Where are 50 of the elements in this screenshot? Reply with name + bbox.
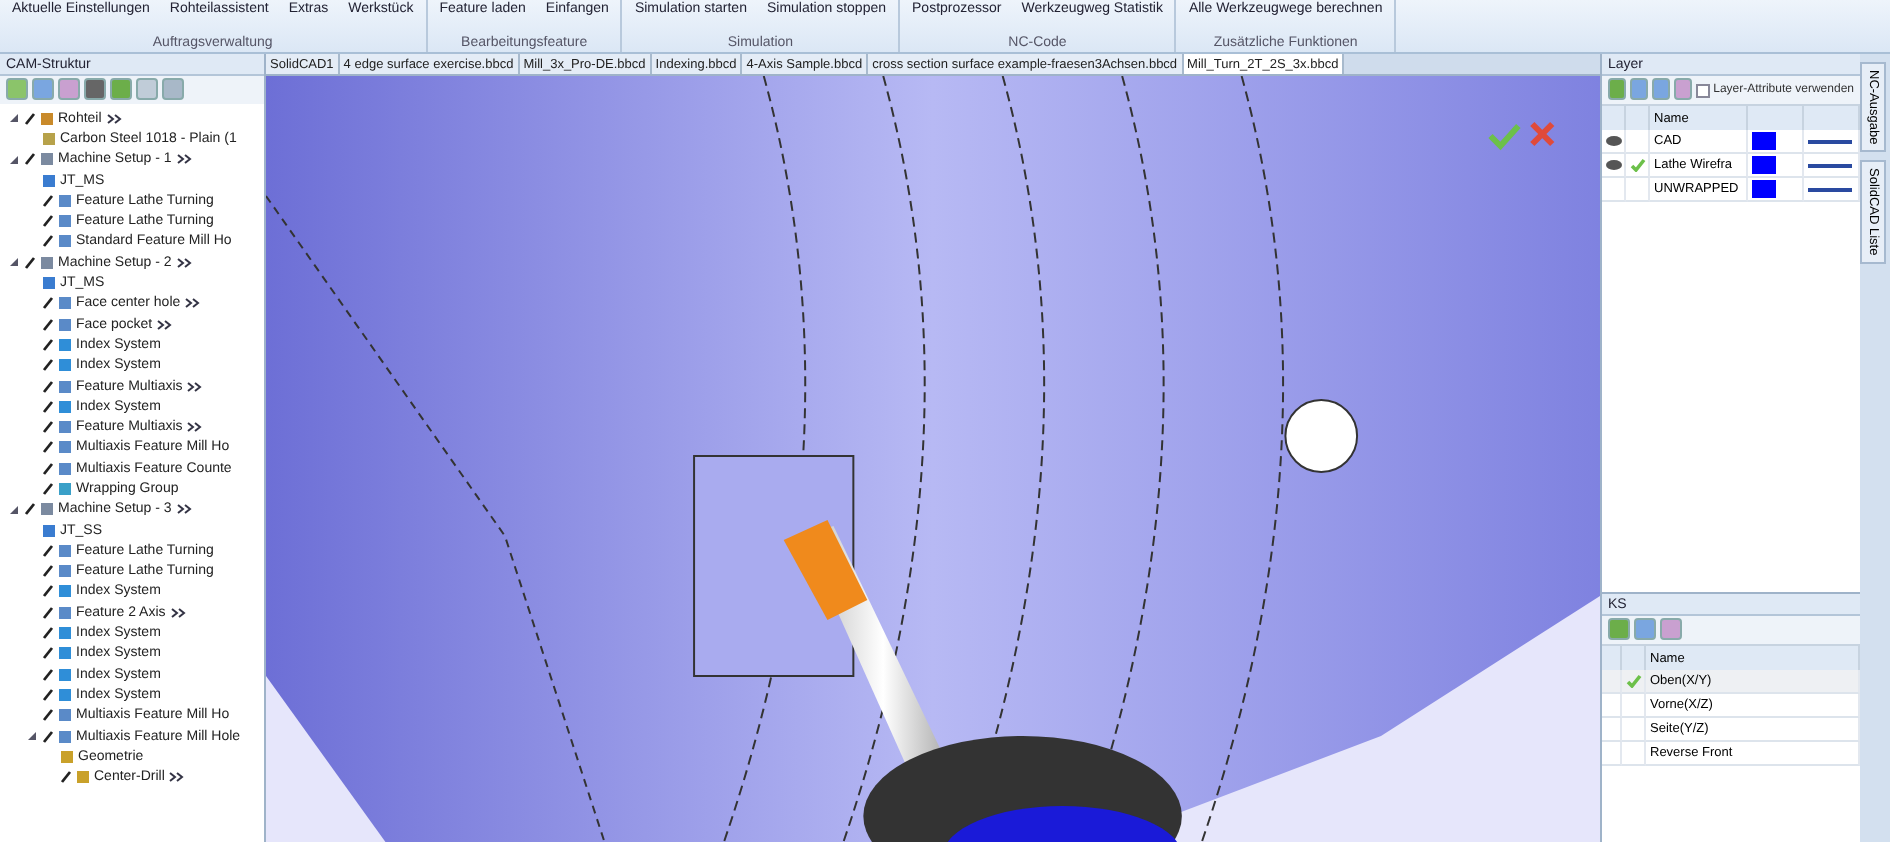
toolbar-icon[interactable] xyxy=(32,78,54,100)
row-header-cell[interactable] xyxy=(1602,670,1622,694)
toolbar-icon[interactable] xyxy=(136,78,158,100)
double-chevron-icon[interactable] xyxy=(168,772,185,783)
confirm-icon[interactable] xyxy=(1488,124,1521,151)
expander-icon[interactable] xyxy=(26,730,38,743)
color-swatch[interactable] xyxy=(1752,132,1776,150)
eye-icon[interactable] xyxy=(1606,160,1622,170)
line-style-icon[interactable] xyxy=(1808,139,1852,143)
double-chevron-icon[interactable] xyxy=(169,607,186,618)
row-header-cell[interactable] xyxy=(1602,718,1622,742)
machine-icon xyxy=(40,152,54,167)
edit-icon xyxy=(24,111,36,126)
drill-icon xyxy=(76,770,90,785)
toolbar-icon[interactable] xyxy=(1651,78,1670,100)
close-icon[interactable] xyxy=(1529,121,1556,147)
double-chevron-icon[interactable] xyxy=(186,381,203,391)
eye-icon[interactable] xyxy=(1606,136,1622,146)
double-chevron-icon[interactable] xyxy=(105,113,122,124)
double-chevron-icon[interactable] xyxy=(184,298,201,309)
toolbar-icon[interactable] xyxy=(1660,618,1682,640)
row-header-cell[interactable] xyxy=(1602,694,1622,718)
edit-icon xyxy=(60,770,72,785)
toolbar-icon[interactable] xyxy=(1608,78,1626,100)
double-chevron-icon[interactable] xyxy=(175,257,192,268)
line-style-icon[interactable] xyxy=(1808,187,1852,191)
double-chevron-icon[interactable] xyxy=(175,154,192,165)
toolbar-icon[interactable] xyxy=(162,78,184,100)
expander-icon[interactable] xyxy=(8,112,20,125)
double-chevron-icon[interactable] xyxy=(175,504,192,515)
double-chevron-icon[interactable] xyxy=(186,422,203,433)
toolbar-icon[interactable] xyxy=(1629,78,1648,100)
row-header-cell[interactable] xyxy=(1602,742,1622,766)
line-style-icon[interactable] xyxy=(1808,163,1852,167)
edit-icon xyxy=(24,152,36,167)
machine-icon xyxy=(40,502,54,517)
toolbar-icon[interactable] xyxy=(58,78,80,100)
double-chevron-icon[interactable] xyxy=(156,319,173,330)
color-swatch[interactable] xyxy=(1752,180,1776,198)
toolbar-icon[interactable] xyxy=(84,78,106,100)
toolbar-icon[interactable] xyxy=(1673,78,1692,100)
toolbar-icon[interactable] xyxy=(1608,618,1630,640)
toolbar-icon[interactable] xyxy=(6,78,28,100)
expander-icon[interactable] xyxy=(8,503,20,516)
toolbar-icon[interactable] xyxy=(1634,618,1656,640)
expander-icon[interactable] xyxy=(8,153,20,166)
color-swatch[interactable] xyxy=(1752,156,1776,174)
toolbar-icon[interactable] xyxy=(110,78,132,100)
machine-icon xyxy=(40,255,54,270)
expander-icon[interactable] xyxy=(8,256,20,269)
